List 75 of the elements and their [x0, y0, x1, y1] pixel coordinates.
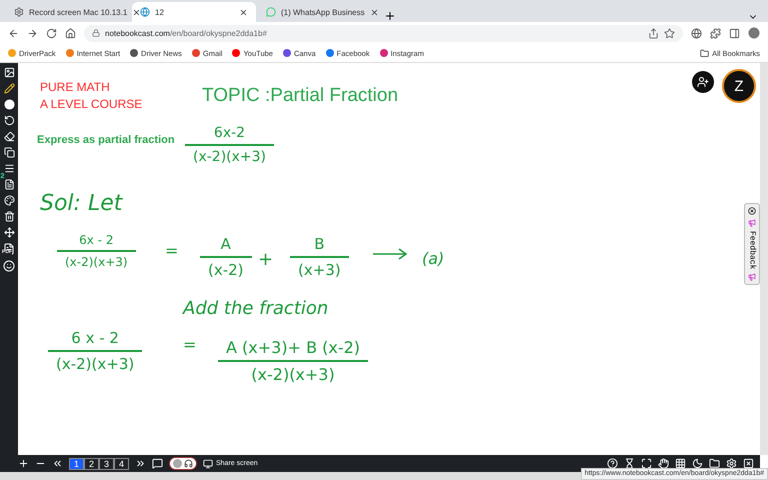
handwritten-text: Add the fraction — [183, 298, 328, 319]
page-button[interactable]: 2 — [84, 458, 99, 470]
folder-icon — [700, 48, 710, 58]
url-text: notebookcast.com/en/board/okyspne2dda1b# — [105, 28, 267, 38]
handwritten-fraction: 6x-2 (x-2)(x+3) — [185, 125, 274, 164]
megaphone-icon — [748, 219, 756, 227]
handwritten-text: = — [183, 335, 196, 354]
side-panel-icon[interactable] — [729, 28, 740, 38]
address-field[interactable]: notebookcast.com/en/board/okyspne2dda1b# — [84, 24, 683, 42]
handwritten-text: (a) — [422, 249, 444, 268]
copy-icon[interactable] — [4, 147, 14, 158]
prompt-text: Express as partial fraction — [37, 134, 175, 146]
forward-icon[interactable] — [27, 28, 38, 38]
help-icon[interactable] — [607, 458, 618, 469]
chat-icon[interactable] — [152, 458, 163, 469]
gear-icon — [14, 7, 24, 17]
handwritten-text: = — [165, 241, 178, 260]
handwritten-fraction: B (x+3) — [290, 235, 349, 278]
headphones-icon — [184, 459, 193, 468]
next-icon[interactable] — [135, 458, 146, 469]
handwritten-fraction: 6x - 2 (x-2)(x+3) — [57, 233, 136, 268]
course-label: A LEVEL COURSE — [40, 96, 142, 113]
lock-icon — [92, 29, 100, 37]
page-button[interactable]: 3 — [99, 458, 114, 470]
undo-icon[interactable] — [4, 115, 14, 126]
close-icon[interactable] — [370, 8, 379, 16]
handwritten-text: + — [258, 249, 274, 270]
handwritten-fraction: 6 x - 2 (x-2)(x+3) — [48, 329, 142, 372]
add-user-icon — [697, 76, 709, 88]
back-icon[interactable] — [8, 28, 19, 38]
settings-icon[interactable] — [726, 458, 737, 469]
user-avatar[interactable]: Z — [722, 69, 756, 103]
feedback-tab[interactable]: Feedback — [744, 203, 760, 286]
move-icon[interactable] — [4, 227, 14, 238]
profile-avatar[interactable] — [748, 27, 760, 39]
previous-icon[interactable] — [52, 458, 63, 469]
browser-tab[interactable]: 12 — [132, 2, 256, 22]
chat-icon — [266, 7, 276, 17]
eraser-icon[interactable] — [4, 131, 14, 142]
topic-title: TOPIC :Partial Fraction — [202, 85, 398, 107]
image-icon[interactable] — [4, 67, 14, 78]
close-icon[interactable] — [239, 8, 248, 16]
arrow-icon — [372, 248, 408, 260]
grid-icon[interactable] — [675, 458, 686, 469]
dot-icon[interactable] — [4, 99, 14, 110]
handwritten-text: Sol: Let — [40, 191, 122, 216]
pencil-icon[interactable] — [4, 83, 14, 94]
star-icon[interactable] — [664, 28, 675, 38]
megaphone-icon — [748, 273, 756, 282]
share-icon[interactable] — [648, 28, 659, 38]
page-button[interactable]: 1 — [69, 458, 84, 470]
zoom-in-icon[interactable] — [18, 458, 29, 469]
fullscreen-icon[interactable] — [641, 458, 652, 469]
new-tab-icon[interactable] — [384, 10, 396, 22]
page-button[interactable]: 4 — [114, 458, 129, 470]
course-label: PURE MATH — [40, 79, 111, 96]
folder-icon[interactable] — [709, 458, 720, 469]
moon-icon[interactable] — [692, 458, 703, 469]
close-icon[interactable] — [132, 8, 142, 16]
add-user-button[interactable] — [692, 71, 714, 93]
smiley-icon[interactable] — [3, 260, 15, 272]
browser-tab[interactable]: Record screen Mac 10.13.1 — [6, 2, 130, 22]
audio-toggle[interactable] — [169, 457, 197, 470]
browser-tab[interactable]: (1) WhatsApp Business — [258, 2, 382, 22]
handwritten-fraction: A (x-2) — [200, 235, 252, 278]
globe-icon — [140, 7, 150, 17]
hand-icon[interactable] — [658, 458, 669, 469]
reload-icon[interactable] — [46, 28, 57, 38]
home-icon[interactable] — [65, 28, 76, 38]
handwritten-fraction: A (x+3)+ B (x-2) (x-2)(x+3) — [218, 338, 368, 384]
close-icon[interactable] — [748, 207, 756, 215]
monitor-icon — [203, 458, 213, 468]
trash-icon[interactable] — [4, 211, 14, 222]
puzzle-icon[interactable] — [710, 28, 721, 38]
palette-icon[interactable] — [4, 195, 14, 206]
